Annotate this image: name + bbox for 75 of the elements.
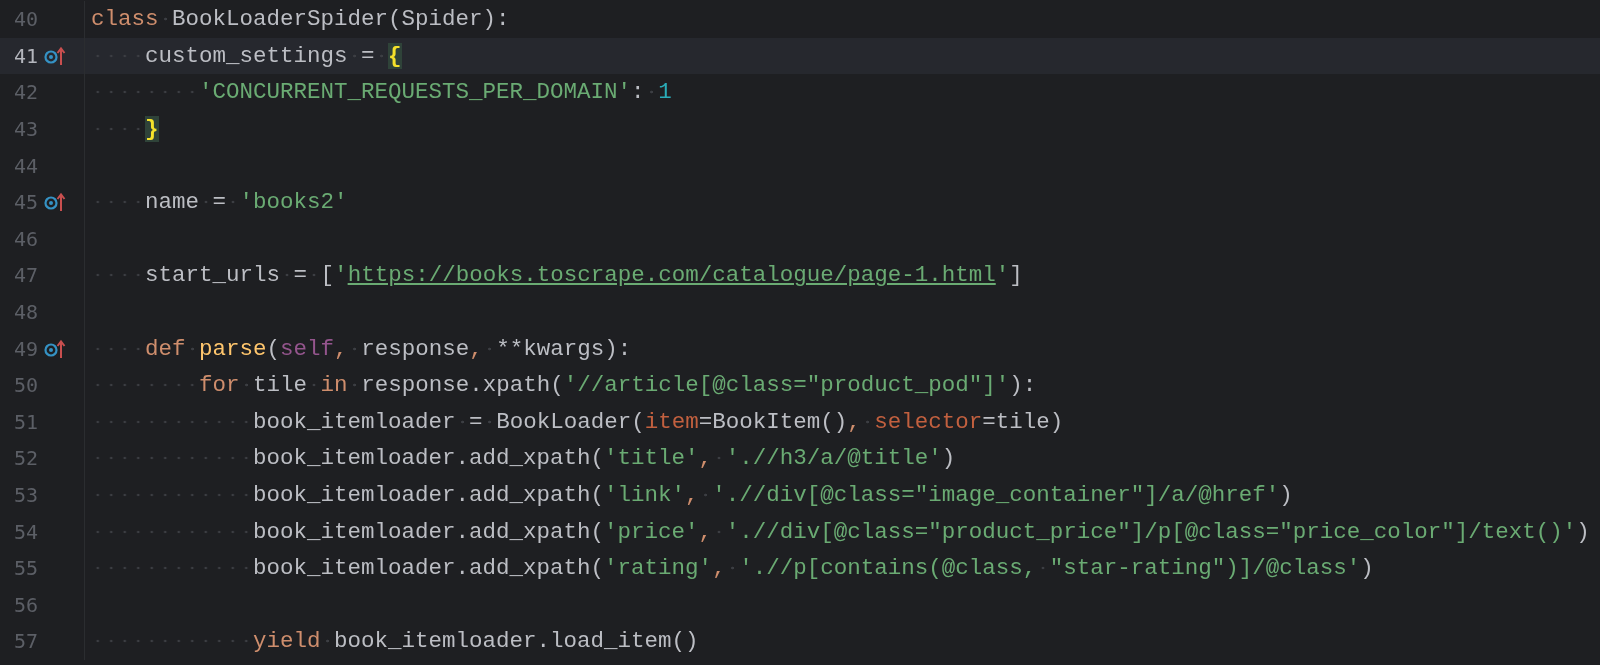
keyword: , <box>469 333 497 364</box>
code-text: response <box>361 334 470 364</box>
string-literal: ' <box>334 261 348 291</box>
line-number: 53 <box>12 482 38 509</box>
keyword: , <box>685 480 713 510</box>
string-literal: 'CONCURRENT_REQUESTS_PER_DOMAIN' <box>91 77 632 108</box>
keyword: class <box>91 4 173 35</box>
code-text: book_itemloader.add_xpath( <box>91 553 605 584</box>
string-literal: './/h3/a/@title' <box>725 444 942 474</box>
string-literal: './/div[@class="product_price"]/p[@class="price_color"]/text()' <box>725 517 1577 547</box>
code-text: ) <box>1576 517 1590 547</box>
brace: { <box>388 41 402 71</box>
code-text: ( <box>266 334 281 364</box>
code-text: book_itemloader.add_xpath( <box>91 443 605 474</box>
code-text: BookLoaderSpider(Spider): <box>172 5 510 35</box>
code-text: =BookItem() <box>698 407 848 437</box>
keyword: , <box>698 516 726 547</box>
line-number: 43 <box>12 116 38 144</box>
function-name: parse <box>199 334 267 364</box>
code-text: : <box>631 77 659 108</box>
line-number: 51 <box>12 408 38 436</box>
code-text: name = <box>91 187 240 218</box>
line-number: 52 <box>12 445 38 473</box>
line-number: 47 <box>12 262 38 290</box>
code-text: ) <box>1279 481 1293 510</box>
line-number: 48 <box>12 299 38 327</box>
code-text: book_itemloader.add_xpath( <box>91 516 605 547</box>
line-number: 42 <box>12 79 38 107</box>
code-text: custom_settings = <box>91 40 389 71</box>
code-text: start_urls = [ <box>91 260 335 291</box>
code-text: book_itemloader.load_item() <box>334 627 699 657</box>
string-literal: 'rating' <box>604 554 713 584</box>
line-number: 40 <box>12 6 38 34</box>
code-text: =tile) <box>982 407 1064 437</box>
code-text: ): <box>1009 371 1037 401</box>
keyword: , <box>334 333 362 364</box>
code-text: book_itemloader = BookLoader( <box>91 406 645 437</box>
string-literal: 'link' <box>604 481 686 510</box>
string-literal: ' <box>995 261 1010 291</box>
url-link[interactable]: https://books.toscrape.com/catalogue/page-1.html <box>347 260 996 291</box>
override-gutter-icon[interactable] <box>44 338 66 359</box>
line-number: 55 <box>12 555 38 583</box>
line-number: 46 <box>12 225 38 253</box>
number-literal: 1 <box>658 78 672 108</box>
line-number: 41 <box>12 42 38 70</box>
keyword-argument: selector <box>874 407 983 437</box>
string-literal: 'books2' <box>239 188 348 218</box>
line-number: 45 <box>12 189 38 217</box>
override-gutter-icon[interactable] <box>44 45 66 66</box>
line-number: 56 <box>12 591 38 619</box>
string-literal: './/div[@class="image_container"]/a/@href' <box>712 481 1280 510</box>
code-text: ) <box>941 444 956 474</box>
keyword: def <box>91 333 200 364</box>
code-text: ] <box>1009 261 1023 291</box>
line-number: 49 <box>12 335 38 363</box>
string-literal: './/p[contains(@class, "star-rating")]/@class' <box>739 554 1361 584</box>
code-text: response.xpath( <box>361 371 564 401</box>
keyword: , <box>698 443 726 474</box>
line-number: 50 <box>12 372 38 400</box>
string-literal: '//article[@class="product_pod"]' <box>563 371 1010 401</box>
line-number: 54 <box>12 518 38 546</box>
code-text: book_itemloader.add_xpath( <box>91 480 605 510</box>
string-literal: 'title' <box>604 444 699 474</box>
line-number: 57 <box>12 628 38 656</box>
self-keyword: self <box>280 334 335 364</box>
keyword-argument: item <box>644 407 699 437</box>
string-literal: 'price' <box>604 517 699 547</box>
code-text: **kwargs): <box>496 334 632 364</box>
keyword: , <box>847 406 875 437</box>
keyword: in <box>320 370 362 401</box>
line-number: 44 <box>12 152 38 180</box>
code-text: ) <box>1360 554 1374 584</box>
override-gutter-icon[interactable] <box>44 192 66 213</box>
code-text: tile <box>253 370 321 401</box>
keyword: , <box>712 553 740 584</box>
